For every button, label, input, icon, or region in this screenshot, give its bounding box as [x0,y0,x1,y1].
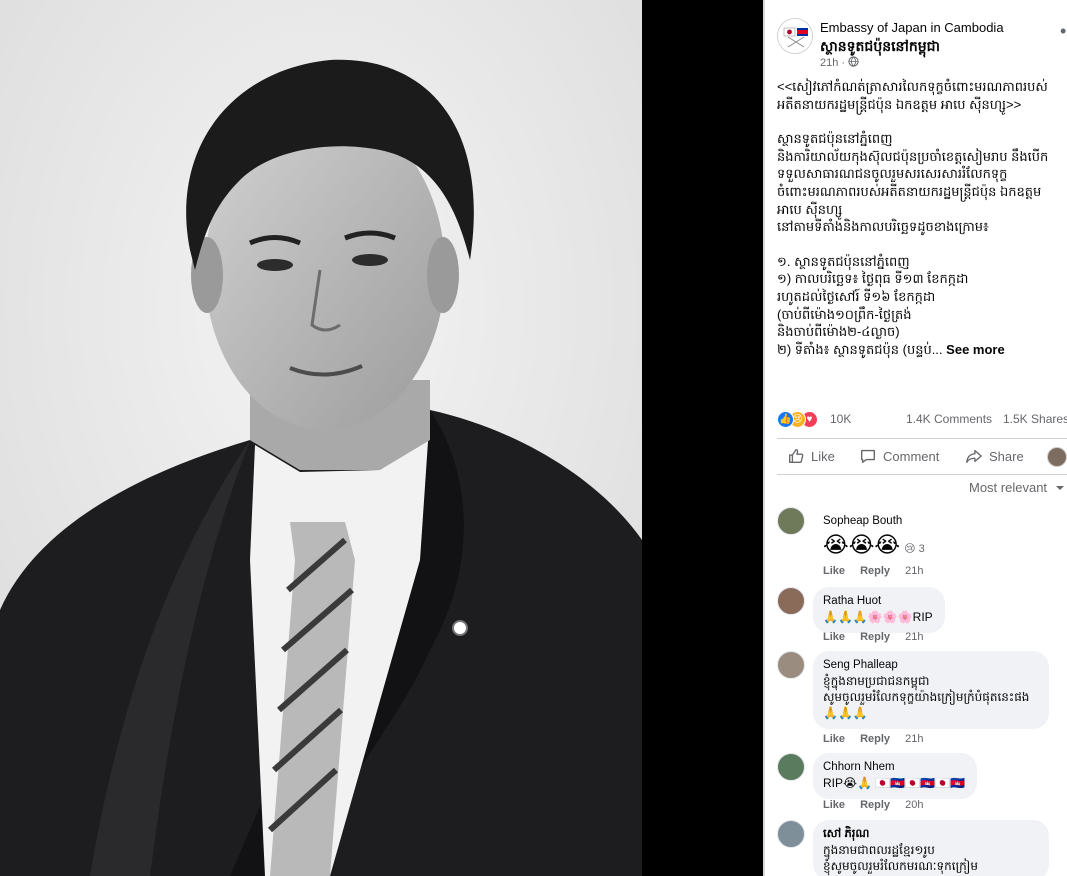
comment-icon [861,449,875,463]
comment-bubble: Ratha Huot 🙏🙏🙏🌸🌸🌸RIP [813,587,945,633]
post-title: <<សៀវភៅកំណត់ត្រាសារលៃកទុក្ខចំពោះមរណភាពរប… [777,79,1048,112]
comment-time[interactable]: 21h [905,631,923,643]
comment-reaction-count: 3 [918,543,925,555]
comment-like-link[interactable]: Like [823,565,845,577]
comment-time[interactable]: 21h [905,565,923,577]
comment-time[interactable]: 20h [905,799,923,811]
facebook-photo-viewer: Embassy of Japan in Cambodia ស្ថានទូតជប៉… [0,0,1067,876]
comment-text: ក្នុងនាមជាពលរដ្ឋខ្មែរ១រូប ខ្ញុំសូមចូលរួម… [823,843,978,873]
comment-bubble: Seng Phalleap ខ្ញុំក្នុងនាមប្រជាជនកម្ពុជ… [813,651,1049,729]
comment-meta: Like Reply 21h [823,733,935,745]
comment-item: Chhorn Nhem RIP😭🙏 🇯🇵🇰🇭🇯🇵🇰🇭🇯🇵🇰🇭 Like Repl… [777,753,1067,813]
comment-bubble: Sopheap Bouth 😭😭😭 😢 3 [813,507,937,571]
comment-reply-link[interactable]: Reply [860,565,890,577]
comment-bubble: សៅ ភិរុណ ក្នុងនាមជាពលរដ្ឋខ្មែរ១រូប ខ្ញុំ… [813,820,1049,876]
page-avatar[interactable] [777,18,813,54]
comment-author[interactable]: Chhorn Nhem [823,759,965,775]
post-actions: Like Comment Share [777,441,1067,471]
caret-down-icon [1055,486,1064,490]
page-name-link[interactable]: Embassy of Japan in Cambodia [820,20,1004,35]
like-button[interactable]: Like [787,447,835,465]
post-paragraph-2: ១. ស្ថានទូតជប៉ុននៅភ្នំពេញ ១) កាលបរិច្ឆេទ… [777,253,969,340]
comment-reaction-icon: 😢 [904,543,916,555]
post-header: Embassy of Japan in Cambodia ស្ថានទូតជប៉… [777,16,1067,70]
comments-count[interactable]: 1.4K Comments [906,412,992,426]
viewer-backdrop [642,0,763,876]
commenter-avatar[interactable] [777,820,805,848]
comment-like-link[interactable]: Like [823,631,845,643]
comment-author[interactable]: Ratha Huot [823,593,933,609]
comment-reply-link[interactable]: Reply [860,799,890,811]
see-more-link[interactable]: See more [946,342,1005,357]
share-button[interactable]: Share [965,447,1024,465]
comment-emoji-text: 😭😭😭 [823,532,901,557]
comment-item: សៅ ភិរុណ ក្នុងនាមជាពលរដ្ឋខ្មែរ១រូប ខ្ញុំ… [777,820,1067,876]
reactions-bar: 👍 😢 ♥ 10K 1.4K Comments 1.5K Shares [777,409,1067,431]
comment-reply-link[interactable]: Reply [860,733,890,745]
post-side-panel: Embassy of Japan in Cambodia ស្ថានទូតជប៉… [763,0,1067,876]
portrait-photo [0,0,642,876]
thumbs-up-icon [789,449,804,463]
commenter-avatar[interactable] [777,587,805,615]
comment-author[interactable]: សៅ ភិរុណ [823,826,1037,842]
share-icon [966,449,982,463]
post-paragraph-1: ស្ថានទូតជប៉ុននៅភ្នំពេញ និងការិយាល័យកុងស៊… [777,131,1049,235]
comment-meta: Like Reply 21h [823,565,935,577]
comment-reply-link[interactable]: Reply [860,631,890,643]
comment-bubble: Chhorn Nhem RIP😭🙏 🇯🇵🇰🇭🇯🇵🇰🇭🇯🇵🇰🇭 [813,753,977,799]
reaction-count[interactable]: 10K [830,412,851,426]
divider [777,474,1067,475]
comment-meta: Like Reply 21h [823,631,935,643]
commenter-avatar[interactable] [777,753,805,781]
more-dots-icon[interactable]: ••• [1060,22,1067,40]
comment-emoji: 😭😭😭 😢 3 [823,531,925,563]
commenter-avatar[interactable] [777,507,805,535]
comment-item: Ratha Huot 🙏🙏🙏🌸🌸🌸RIP Like Reply 21h [777,587,1067,647]
panel-border [763,0,765,876]
divider [777,438,1067,439]
comment-author[interactable]: Sopheap Bouth [823,513,925,529]
comment-item: Seng Phalleap ខ្ញុំក្នុងនាមប្រជាជនកម្ពុជ… [777,651,1067,751]
viewer-avatar[interactable] [1047,447,1067,467]
post-paragraph-3: ២) ទីតាំង៖ ស្ថានទូតជប៉ុន (បន្ទប់... See … [777,341,1065,359]
comment-like-link[interactable]: Like [823,799,845,811]
post-meta: 21h · [820,56,859,69]
comment-item: Sopheap Bouth 😭😭😭 😢 3 Like Reply 21h [777,507,1067,579]
comment-text: RIP😭🙏 🇯🇵🇰🇭🇯🇵🇰🇭🇯🇵🇰🇭 [823,776,965,790]
share-label: Share [989,448,1024,464]
commenter-avatar[interactable] [777,651,805,679]
comment-text: ខ្ញុំក្នុងនាមប្រជាជនកម្ពុជា សូមចូលរួមរំល… [823,674,1030,720]
like-reaction-icon[interactable]: 👍 [777,411,794,428]
comment-text: 🙏🙏🙏🌸🌸🌸RIP [823,610,933,624]
comment-meta: Like Reply 20h [823,799,935,811]
comment-like-link[interactable]: Like [823,733,845,745]
embassy-logo-icon [778,19,812,53]
comment-time[interactable]: 21h [905,733,923,745]
comment-sort-dropdown[interactable]: Most relevant [969,480,1065,495]
post-time[interactable]: 21h · [820,57,845,69]
comment-label: Comment [883,448,940,464]
comment-author[interactable]: Seng Phalleap [823,657,1037,673]
post-text: <<សៀវភៅកំណត់ត្រាសារលៃកទុក្ខចំពោះមរណភាពរប… [777,78,1065,358]
page-name-khmer[interactable]: ស្ថានទូតជប៉ុននៅកម្ពុជា [820,37,940,58]
comment-reaction-badge[interactable]: 😢 3 [904,543,925,555]
globe-icon [848,56,859,67]
like-label: Like [811,448,835,464]
post-paragraph-3-text: ២) ទីតាំង៖ ស្ថានទូតជប៉ុន (បន្ទប់... [777,341,943,357]
sort-label: Most relevant [969,480,1048,495]
shares-count[interactable]: 1.5K Shares [1003,412,1067,426]
post-photo[interactable] [0,0,642,876]
comment-button[interactable]: Comment [859,447,939,465]
